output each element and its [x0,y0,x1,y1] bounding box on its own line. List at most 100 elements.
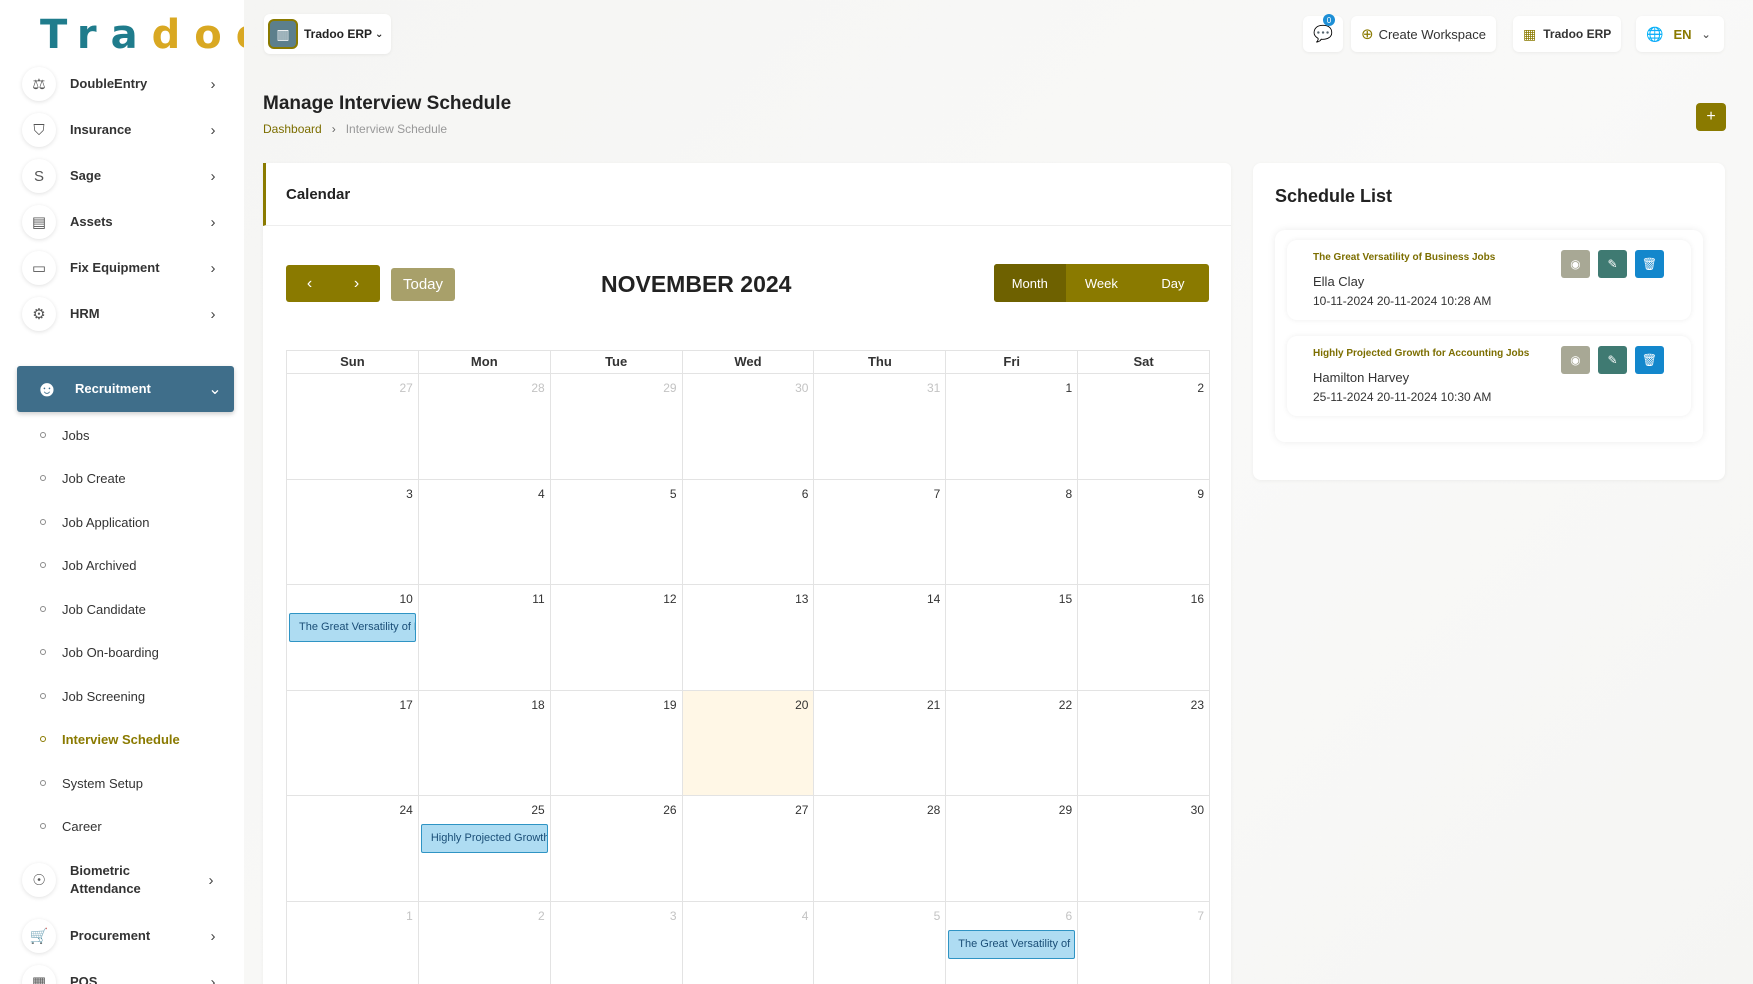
calendar-day-cell[interactable]: 16 [1078,585,1211,691]
calendar-day-cell[interactable]: 15 [946,585,1079,691]
delete-button[interactable]: 🗑 [1635,250,1664,278]
calendar-day-cell[interactable]: 27 [287,374,419,480]
create-workspace-button[interactable]: ⊕ Create Workspace [1351,16,1496,52]
sidebar-item-biometric-attendance[interactable]: ☉ Biometric Attendance › [22,858,222,902]
calendar-day-cell[interactable]: 17 [287,690,419,796]
app-switch-button[interactable]: ▦ Tradoo ERP [1513,16,1622,52]
calendar-day-cell[interactable]: 3 [551,901,683,984]
calendar-day-cell[interactable]: 5 [814,901,947,984]
view-week-button[interactable]: Week [1066,264,1138,302]
submenu-item-job-screening[interactable]: Job Screening [40,685,145,707]
calendar-day-cell[interactable]: 21 [814,690,947,796]
add-schedule-button[interactable]: + [1696,103,1726,131]
submenu-item-system-setup[interactable]: System Setup [40,772,143,794]
submenu-item-job-candidate[interactable]: Job Candidate [40,598,146,620]
submenu-item-jobs[interactable]: Jobs [40,424,89,446]
calendar-day-cell[interactable]: 19 [550,690,683,796]
calendar-day-cell[interactable]: 23 [1078,690,1211,796]
submenu-item-job-application[interactable]: Job Application [40,511,149,533]
calendar-day-cell[interactable]: 11 [418,585,551,691]
sidebar-item-fix-equipment[interactable]: ▭ Fix Equipment › [22,246,222,290]
calendar-day-cell[interactable]: 28 [814,796,947,902]
calendar-event[interactable]: Highly Projected Growth for Accounting J… [420,824,548,853]
calendar-day-cell[interactable]: 30 [682,374,815,480]
submenu-item-job-archived[interactable]: Job Archived [40,554,136,576]
calendar-day-cell[interactable]: 31 [814,374,947,480]
view-button[interactable]: ◉ [1561,250,1590,278]
calendar-day-cell[interactable]: 7 [1078,901,1211,984]
submenu-item-job-on-boarding[interactable]: Job On-boarding [40,641,159,663]
schedule-list: The Great Versatility of Business Jobs El… [1275,230,1703,442]
calendar-day-cell[interactable]: 4 [683,901,815,984]
edit-button[interactable]: ✎ [1598,250,1627,278]
language-selector[interactable]: 🌐 EN ⌄ [1636,16,1724,52]
brand-logo[interactable]: Tradoo [40,12,244,62]
submenu-item-career[interactable]: Career [40,815,102,837]
edit-button[interactable]: ✎ [1598,346,1627,374]
calendar-day-cell[interactable]: 29 [946,796,1079,902]
calendar-day-cell[interactable]: 18 [418,690,551,796]
view-button[interactable]: ◉ [1561,346,1590,374]
day-number: 2 [1197,381,1205,395]
calendar-day-cell[interactable]: 6 The Great Versatility of Business Jobs [946,901,1079,984]
submenu-item-job-create[interactable]: Job Create [40,467,126,489]
sidebar-item-doubleentry[interactable]: ⚖ DoubleEntry › [22,62,222,106]
calendar-day-cell[interactable]: 29 [550,374,683,480]
sidebar-item-sage[interactable]: S Sage › [22,154,222,198]
sidebar-item-procurement[interactable]: 🛒 Procurement › [22,914,222,958]
calendar-day-cell[interactable]: 8 [946,479,1079,585]
calendar-day-today[interactable]: 20 [682,690,815,796]
sidebar-item-assets[interactable]: ▤ Assets › [22,200,222,244]
view-month-button[interactable]: Month [994,264,1066,302]
submenu-item-label: Jobs [62,427,90,443]
today-button[interactable]: Today [391,268,455,301]
calendar-day-cell[interactable]: 1 [946,374,1079,480]
calendar-day-cell[interactable]: 30 [1078,796,1211,902]
sidebar: Tradoo ⚖ DoubleEntry › ⛉ Insurance › S Sage › ▤ As… [0,0,244,984]
breadcrumb-dashboard-link[interactable]: Dashboard [263,122,322,136]
calendar-grid: Sun Mon Tue Wed Thu Fri Sat 27 28 29 30 31 1 2 3 4 5 6 7 8… [286,350,1211,984]
calendar-day-cell[interactable]: 9 [1078,479,1211,585]
sidebar-item-hrm[interactable]: ⚙ HRM › [22,292,222,336]
day-number: 4 [538,486,545,501]
calendar-day-cell[interactable]: 22 [946,690,1079,796]
sidebar-item-pos[interactable]: ▦ POS › [22,960,222,984]
calendar-day-cell[interactable]: 6 [682,479,815,585]
submenu-item-interview-schedule[interactable]: Interview Schedule [40,728,180,750]
calendar-day-cell[interactable]: 13 [682,585,815,691]
day-number: 22 [1058,697,1073,712]
submenu-item-label: Job Application [62,514,150,530]
day-number: 15 [1058,592,1073,606]
calendar-day-cell[interactable]: 3 [287,479,419,585]
calendar-day-cell[interactable]: 10 The Great Versatility of Business Jobs [287,585,419,691]
calendar-day-cell[interactable]: 2 [419,901,551,984]
calendar-day-cell[interactable]: 5 [550,479,683,585]
workspace-switcher[interactable]: ▥ Tradoo ERP ⌄ [264,14,392,54]
calendar-day-cell[interactable]: 14 [814,585,947,691]
bullet-icon [40,780,46,786]
delete-button[interactable]: 🗑 [1635,346,1664,374]
sidebar-item-label: POS [70,974,98,984]
calendar-day-cell[interactable]: 7 [814,479,947,585]
day-number: 2 [538,908,545,923]
sidebar-item-recruitment[interactable]: ☻ Recruitment ⌄ [17,366,234,412]
calendar-day-cell[interactable]: 28 [418,374,551,480]
view-day-button[interactable]: Day [1137,264,1209,302]
calendar-event[interactable]: The Great Versatility of Business Jobs [289,613,416,642]
calendar-day-cell[interactable]: 25 Highly Projected Growth for Accounting… [418,796,551,902]
notification-badge: 0 [1323,14,1335,26]
calendar-day-cell[interactable]: 26 [550,796,683,902]
weekday-fri: Fri [946,351,1079,374]
next-month-button[interactable]: › [333,265,380,302]
calendar-day-cell[interactable]: 4 [418,479,551,585]
messages-button[interactable]: 💬 0 [1303,14,1343,52]
calendar-day-cell[interactable]: 1 [287,901,419,984]
sidebar-item-insurance[interactable]: ⛉ Insurance › [22,108,222,152]
prev-month-button[interactable]: ‹ [286,265,333,302]
calendar-day-cell[interactable]: 24 [287,796,419,902]
calendar-event[interactable]: The Great Versatility of Business Jobs [948,929,1076,959]
calendar-day-cell[interactable]: 12 [550,585,683,691]
calendar-day-cell[interactable]: 2 [1078,374,1211,480]
workspace-building-icon: ▥ [268,19,298,49]
calendar-day-cell[interactable]: 27 [682,796,815,902]
